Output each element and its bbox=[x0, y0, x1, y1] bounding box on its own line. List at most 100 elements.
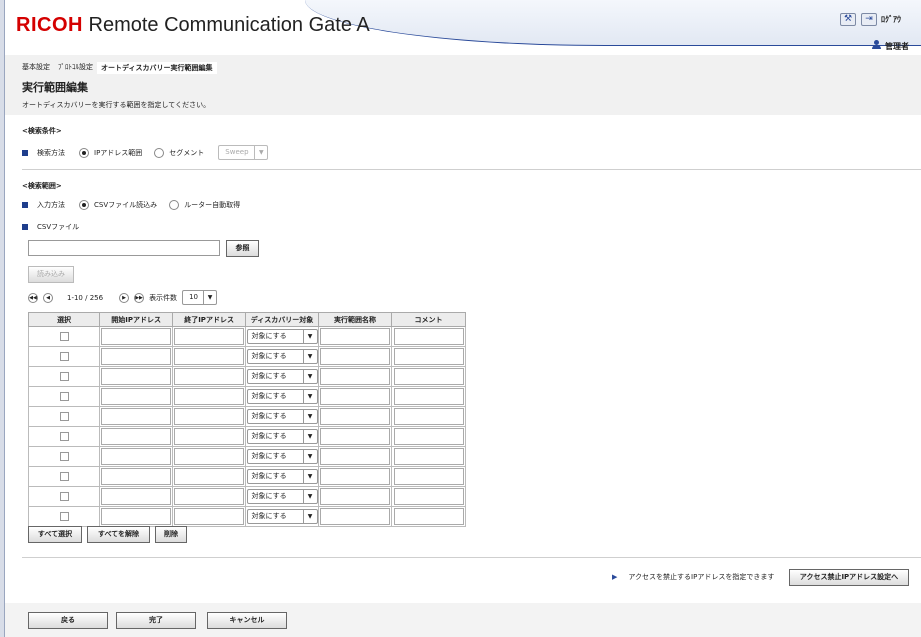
access-restriction-button[interactable]: アクセス禁止IPアドレス設定へ bbox=[789, 569, 909, 586]
comment-input[interactable] bbox=[393, 488, 464, 505]
ip-range-radio[interactable] bbox=[79, 147, 89, 158]
logout-link[interactable]: ﾛｸﾞｱｳ bbox=[881, 14, 901, 25]
end-ip-input[interactable] bbox=[174, 388, 245, 405]
csv-radio-label[interactable]: CSVファイル読込み bbox=[94, 200, 157, 210]
comment-input[interactable] bbox=[393, 328, 464, 345]
target-select[interactable]: 対象にする ▼ bbox=[246, 509, 318, 524]
row-checkbox[interactable] bbox=[59, 332, 69, 341]
end-ip-input[interactable] bbox=[174, 368, 245, 385]
end-ip-cell bbox=[172, 326, 247, 347]
done-button[interactable]: 完了 bbox=[116, 612, 196, 629]
target-select[interactable]: 対象にする ▼ bbox=[246, 389, 318, 404]
router-radio[interactable] bbox=[169, 200, 180, 210]
select-all-button[interactable]: すべて選択 bbox=[28, 526, 82, 543]
target-select[interactable]: 対象にする ▼ bbox=[246, 449, 318, 464]
router-radio-label[interactable]: ルーター自動取得 bbox=[184, 200, 240, 210]
target-select[interactable]: 対象にする ▼ bbox=[246, 369, 318, 384]
back-button[interactable]: 戻る bbox=[28, 612, 108, 629]
target-select[interactable]: 対象にする ▼ bbox=[246, 409, 318, 424]
range-name-input[interactable] bbox=[320, 408, 391, 425]
comment-input[interactable] bbox=[393, 468, 464, 485]
delete-button[interactable]: 削除 bbox=[155, 526, 187, 543]
browse-button[interactable]: 参照 bbox=[226, 240, 259, 257]
end-ip-input[interactable] bbox=[174, 468, 245, 485]
ip-range-radio-label[interactable]: IPアドレス範囲 bbox=[94, 148, 142, 158]
csv-file-input[interactable] bbox=[28, 240, 220, 256]
deselect-all-button[interactable]: すべてを解除 bbox=[87, 526, 150, 543]
breadcrumb-item-protocol[interactable]: ﾌﾟﾛﾄｺﾙ設定 bbox=[58, 62, 93, 74]
start-ip-input[interactable] bbox=[101, 408, 172, 425]
end-ip-input[interactable] bbox=[174, 348, 245, 365]
csv-radio[interactable] bbox=[79, 200, 89, 210]
tools-icon[interactable]: ⚒ bbox=[840, 13, 856, 26]
row-checkbox[interactable] bbox=[59, 412, 69, 421]
range-name-input[interactable] bbox=[320, 508, 391, 525]
start-ip-input[interactable] bbox=[101, 328, 172, 345]
start-ip-cell bbox=[99, 506, 174, 527]
row-checkbox[interactable] bbox=[59, 372, 69, 381]
start-ip-input[interactable] bbox=[101, 468, 172, 485]
logout-icon[interactable]: ⇥ bbox=[861, 13, 877, 26]
cancel-button[interactable]: キャンセル bbox=[207, 612, 287, 629]
start-ip-input[interactable] bbox=[101, 428, 172, 445]
comment-input[interactable] bbox=[393, 448, 464, 465]
target-select[interactable]: 対象にする ▼ bbox=[246, 349, 318, 364]
last-page-icon[interactable]: ▶▶ bbox=[134, 292, 145, 303]
start-ip-input[interactable] bbox=[101, 348, 172, 365]
range-name-input[interactable] bbox=[320, 368, 391, 385]
comment-input[interactable] bbox=[393, 408, 464, 425]
segment-radio[interactable] bbox=[154, 147, 165, 158]
range-name-input[interactable] bbox=[320, 448, 391, 465]
start-ip-input[interactable] bbox=[101, 388, 172, 405]
end-ip-cell bbox=[172, 386, 247, 407]
chevron-down-icon: ▼ bbox=[302, 390, 317, 403]
next-page-icon[interactable]: ▶ bbox=[119, 292, 130, 303]
start-ip-input[interactable] bbox=[101, 448, 172, 465]
range-name-input[interactable] bbox=[320, 348, 391, 365]
row-checkbox[interactable] bbox=[59, 392, 69, 401]
row-checkbox[interactable] bbox=[59, 352, 69, 361]
end-ip-cell bbox=[172, 426, 247, 447]
start-ip-input[interactable] bbox=[101, 368, 172, 385]
range-name-input[interactable] bbox=[320, 428, 391, 445]
comment-input[interactable] bbox=[393, 428, 464, 445]
sweep-select: Sweep ▼ bbox=[218, 145, 269, 160]
target-cell: 対象にする ▼ bbox=[245, 346, 320, 367]
end-ip-input[interactable] bbox=[174, 488, 245, 505]
range-name-input[interactable] bbox=[320, 488, 391, 505]
range-name-cell bbox=[318, 406, 393, 427]
target-select[interactable]: 対象にする ▼ bbox=[246, 489, 318, 504]
row-checkbox[interactable] bbox=[59, 472, 69, 481]
comment-input[interactable] bbox=[393, 508, 464, 525]
target-cell: 対象にする ▼ bbox=[245, 406, 320, 427]
target-select[interactable]: 対象にする ▼ bbox=[246, 329, 318, 344]
range-name-input[interactable] bbox=[320, 388, 391, 405]
end-ip-input[interactable] bbox=[174, 448, 245, 465]
row-checkbox[interactable] bbox=[59, 492, 69, 501]
end-ip-input[interactable] bbox=[174, 408, 245, 425]
end-ip-input[interactable] bbox=[174, 328, 245, 345]
target-cell: 対象にする ▼ bbox=[245, 326, 320, 347]
target-select[interactable]: 対象にする ▼ bbox=[246, 429, 318, 444]
prev-page-icon[interactable]: ◀ bbox=[43, 292, 53, 303]
range-name-cell bbox=[318, 486, 393, 507]
end-ip-input[interactable] bbox=[174, 508, 245, 525]
comment-input[interactable] bbox=[393, 388, 464, 405]
end-ip-input[interactable] bbox=[174, 428, 245, 445]
row-checkbox[interactable] bbox=[59, 432, 69, 441]
target-select[interactable]: 対象にする ▼ bbox=[246, 469, 318, 484]
comment-input[interactable] bbox=[393, 348, 464, 365]
range-name-input[interactable] bbox=[320, 328, 391, 345]
breadcrumb-item-basic[interactable]: 基本設定 bbox=[22, 62, 50, 74]
start-ip-input[interactable] bbox=[101, 488, 172, 505]
start-ip-input[interactable] bbox=[101, 508, 172, 525]
row-checkbox[interactable] bbox=[59, 452, 69, 461]
first-page-icon[interactable]: ◀◀ bbox=[28, 292, 38, 303]
comment-input[interactable] bbox=[393, 368, 464, 385]
row-checkbox[interactable] bbox=[59, 512, 69, 521]
range-name-input[interactable] bbox=[320, 468, 391, 485]
per-page-select[interactable]: 10 ▼ bbox=[182, 290, 218, 305]
product-name: Remote Communication Gate A bbox=[88, 14, 370, 36]
target-cell: 対象にする ▼ bbox=[245, 486, 320, 507]
segment-radio-label[interactable]: セグメント bbox=[169, 148, 204, 158]
